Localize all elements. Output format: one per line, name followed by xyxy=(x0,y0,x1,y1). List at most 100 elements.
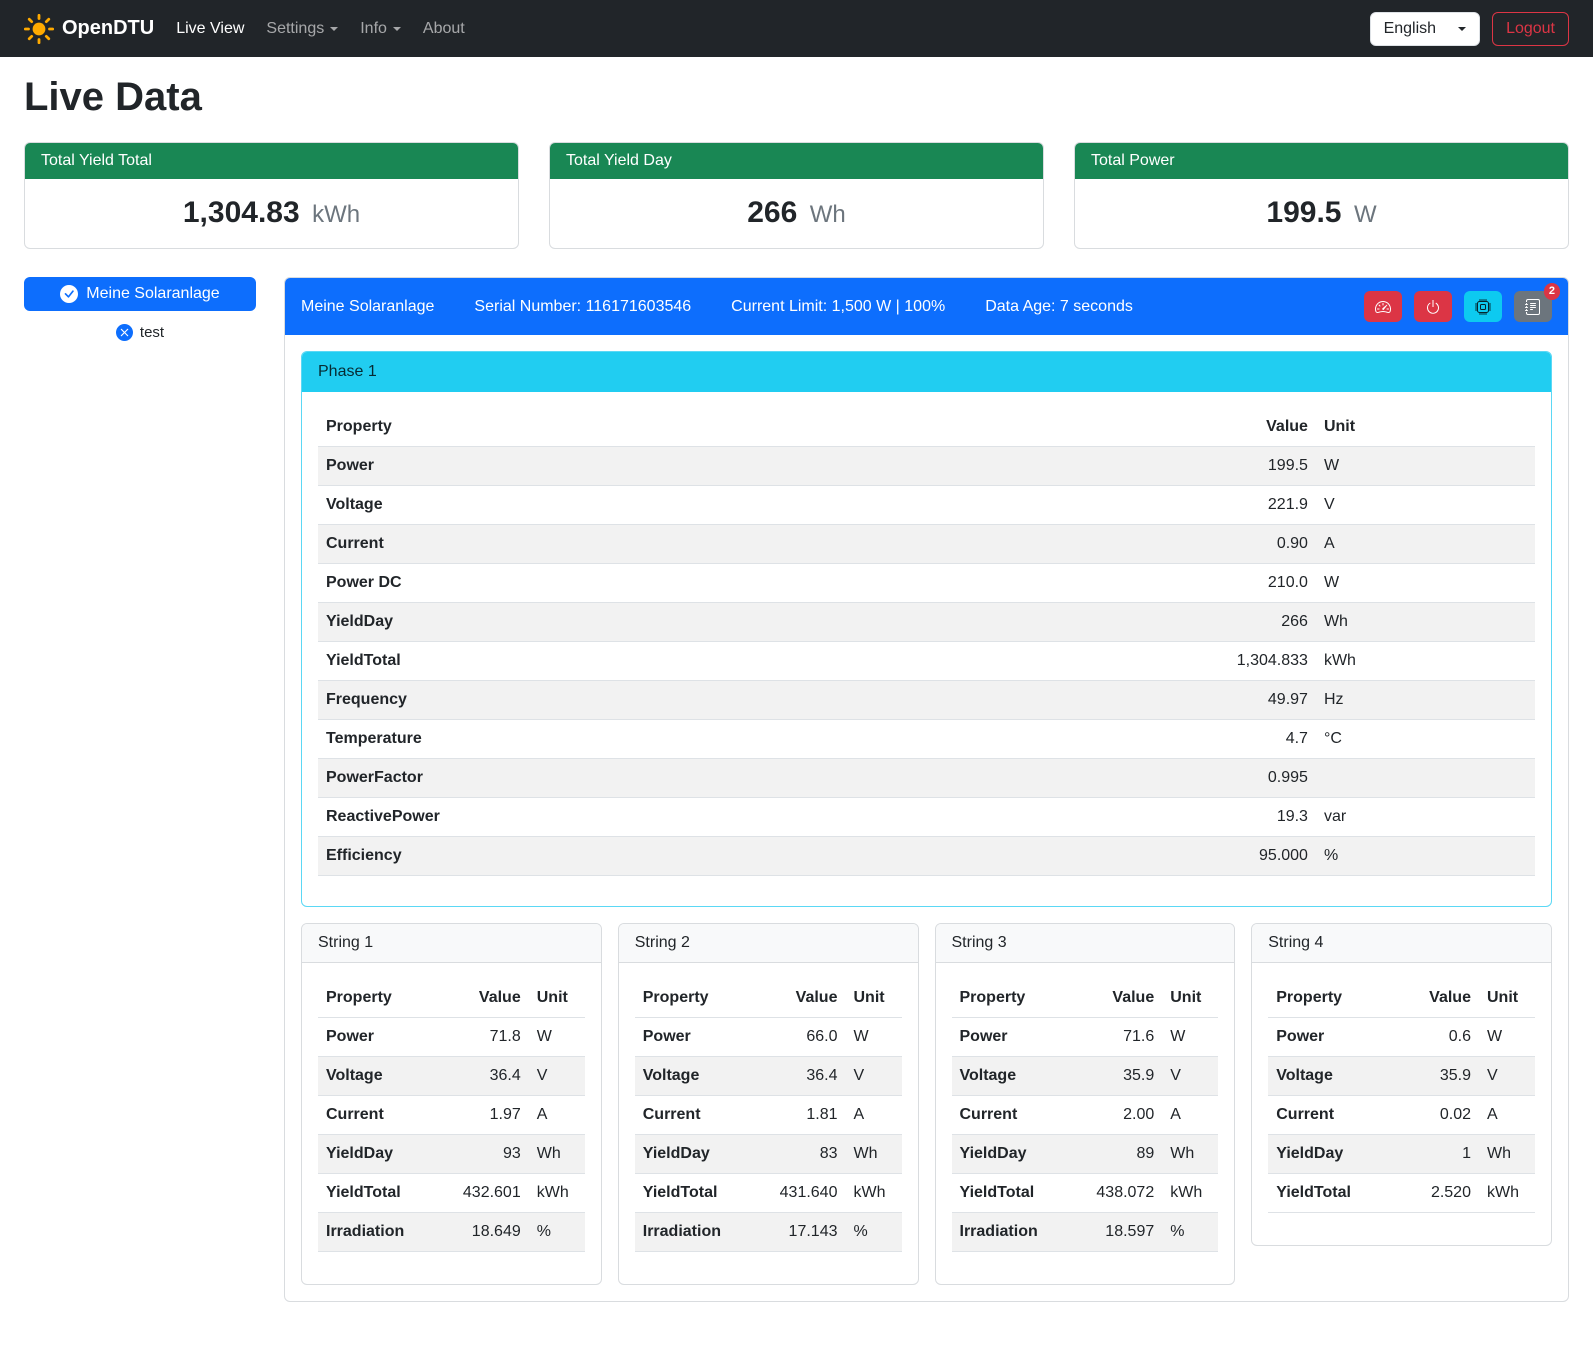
property-unit: Wh xyxy=(845,1135,901,1174)
table-row: PowerFactor0.995 xyxy=(318,759,1535,798)
property-label: Power xyxy=(1268,1018,1404,1057)
brand[interactable]: OpenDTU xyxy=(24,14,154,44)
table-row: Voltage221.9V xyxy=(318,486,1535,525)
card-unit: kWh xyxy=(312,201,360,228)
event-log-button[interactable]: 2 xyxy=(1514,291,1552,322)
property-value: 17.143 xyxy=(771,1213,846,1252)
power-button[interactable] xyxy=(1414,291,1452,322)
property-label: YieldTotal xyxy=(952,1174,1088,1213)
string-card-2: String 2 Property Value Unit xyxy=(618,923,919,1285)
table-row: YieldDay89Wh xyxy=(952,1135,1219,1174)
table-row: Voltage36.4V xyxy=(318,1057,585,1096)
header-value: Value xyxy=(1088,979,1163,1018)
property-value: 71.6 xyxy=(1088,1018,1163,1057)
navbar-right: English Logout xyxy=(1370,12,1569,46)
property-unit: V xyxy=(529,1057,585,1096)
device-info-button[interactable] xyxy=(1464,291,1502,322)
table-row: Power66.0W xyxy=(635,1018,902,1057)
phase-title: Phase 1 xyxy=(302,352,1551,392)
cpu-icon xyxy=(1475,299,1491,315)
property-label: Irradiation xyxy=(952,1213,1088,1252)
inverter-select-button[interactable]: Meine Solaranlage xyxy=(24,277,256,311)
property-label: Power xyxy=(952,1018,1088,1057)
property-label: Voltage xyxy=(952,1057,1088,1096)
property-label: Current xyxy=(318,1096,454,1135)
property-label: Power xyxy=(318,447,1158,486)
property-unit: kWh xyxy=(1162,1174,1218,1213)
navbar: OpenDTU Live View Settings Info About En… xyxy=(0,0,1593,57)
table-row: YieldTotal438.072kWh xyxy=(952,1174,1219,1213)
inverter-header: Meine Solaranlage Serial Number: 1161716… xyxy=(285,278,1568,335)
property-unit: kWh xyxy=(1316,642,1535,681)
table-header-row: Property Value Unit xyxy=(635,979,902,1018)
limit-settings-button[interactable] xyxy=(1364,291,1402,322)
phase-table: Property Value Unit Power199.5W Voltage2… xyxy=(318,408,1535,876)
table-header-row: Property Value Unit xyxy=(952,979,1219,1018)
property-value: 66.0 xyxy=(771,1018,846,1057)
property-unit: W xyxy=(1162,1018,1218,1057)
table-row: YieldDay266Wh xyxy=(318,603,1535,642)
property-unit: W xyxy=(529,1018,585,1057)
table-row: Current2.00A xyxy=(952,1096,1219,1135)
inverter-name: Meine Solaranlage xyxy=(301,298,434,316)
header-value: Value xyxy=(454,979,529,1018)
nav-info[interactable]: Info xyxy=(360,20,401,38)
check-circle-icon xyxy=(60,285,78,303)
property-unit: A xyxy=(845,1096,901,1135)
property-label: YieldDay xyxy=(318,1135,454,1174)
speedometer-icon xyxy=(1375,299,1391,315)
property-label: Current xyxy=(1268,1096,1404,1135)
header-value: Value xyxy=(1404,979,1479,1018)
property-unit: Wh xyxy=(1162,1135,1218,1174)
property-unit: V xyxy=(1162,1057,1218,1096)
x-circle-icon[interactable] xyxy=(116,324,133,341)
logout-button[interactable]: Logout xyxy=(1492,12,1569,46)
property-value: 36.4 xyxy=(454,1057,529,1096)
property-unit: V xyxy=(1479,1057,1535,1096)
journal-icon xyxy=(1525,299,1541,315)
card-unit: W xyxy=(1354,201,1377,228)
string-table: Property Value Unit Power66.0W Voltage36… xyxy=(635,979,902,1252)
property-value: 0.90 xyxy=(1158,525,1316,564)
property-unit: A xyxy=(1479,1096,1535,1135)
header-value: Value xyxy=(771,979,846,1018)
property-label: Temperature xyxy=(318,720,1158,759)
string-title: String 1 xyxy=(302,924,601,963)
table-row: Current0.90A xyxy=(318,525,1535,564)
property-value: 1,304.833 xyxy=(1158,642,1316,681)
property-value: 1.97 xyxy=(454,1096,529,1135)
header-property: Property xyxy=(1268,979,1404,1018)
property-label: YieldDay xyxy=(635,1135,771,1174)
property-unit: kWh xyxy=(1479,1174,1535,1213)
table-row: YieldTotal1,304.833kWh xyxy=(318,642,1535,681)
property-label: Efficiency xyxy=(318,837,1158,876)
property-value: 49.97 xyxy=(1158,681,1316,720)
summary-card-total-yield-day: Total Yield Day 266 Wh xyxy=(549,142,1044,249)
property-label: ReactivePower xyxy=(318,798,1158,837)
summary-row: Total Yield Total 1,304.83 kWh Total Yie… xyxy=(24,142,1569,249)
nav-settings[interactable]: Settings xyxy=(266,20,338,38)
page-title: Live Data xyxy=(24,75,1569,120)
nav-about[interactable]: About xyxy=(423,20,465,38)
property-value: 210.0 xyxy=(1158,564,1316,603)
property-label: Irradiation xyxy=(318,1213,454,1252)
power-icon xyxy=(1425,299,1441,315)
property-unit: W xyxy=(1316,447,1535,486)
header-unit: Unit xyxy=(529,979,585,1018)
property-unit: W xyxy=(845,1018,901,1057)
string-card-3: String 3 Property Value Unit xyxy=(935,923,1236,1285)
main-row: Meine Solaranlage test Meine Solaranlage… xyxy=(24,277,1569,1302)
test-item[interactable]: test xyxy=(24,324,256,341)
language-select[interactable]: English xyxy=(1370,12,1480,46)
property-value: 71.8 xyxy=(454,1018,529,1057)
property-value: 431.640 xyxy=(771,1174,846,1213)
inverter-serial: Serial Number: 116171603546 xyxy=(474,298,691,316)
property-value: 1.81 xyxy=(771,1096,846,1135)
summary-card-total-yield-total: Total Yield Total 1,304.83 kWh xyxy=(24,142,519,249)
nav-info-label: Info xyxy=(360,20,387,38)
table-row: Temperature4.7°C xyxy=(318,720,1535,759)
property-unit: W xyxy=(1479,1018,1535,1057)
nav-live-view[interactable]: Live View xyxy=(176,20,244,38)
header-property: Property xyxy=(635,979,771,1018)
property-label: YieldDay xyxy=(952,1135,1088,1174)
